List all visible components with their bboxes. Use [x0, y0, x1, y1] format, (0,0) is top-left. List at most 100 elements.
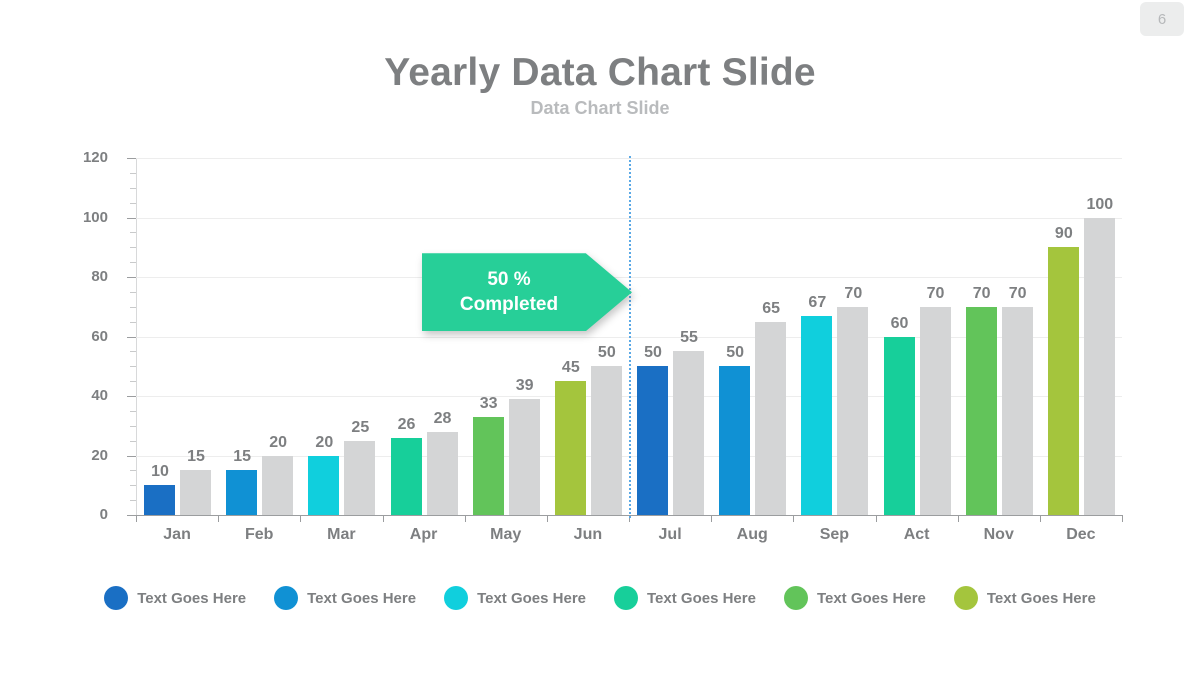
callout-text: 50 % Completed: [460, 267, 594, 317]
bar-comparison[interactable]: [837, 306, 869, 515]
legend-item-label: Text Goes Here: [816, 589, 926, 607]
y-axis-tick-label: 100: [82, 208, 108, 226]
x-axis-tick-label: Jan: [163, 526, 191, 543]
bar-value-label: 70: [844, 284, 863, 302]
bar-comparison[interactable]: [1001, 306, 1033, 515]
legend-item[interactable]: Text Goes Here: [444, 586, 586, 610]
bar-comparison[interactable]: [344, 440, 376, 515]
x-axis-tick: [875, 515, 877, 522]
bar-primary[interactable]: [308, 455, 340, 515]
x-axis-tick-label: May: [490, 526, 522, 543]
y-axis-tick-label: 60: [91, 327, 108, 345]
y-axis-tick: [127, 217, 136, 219]
bar-primary[interactable]: [637, 366, 668, 515]
x-axis-tick-label: Mar: [327, 526, 356, 543]
bar-comparison[interactable]: [590, 366, 622, 515]
x-axis-tick-label: Aug: [736, 526, 768, 543]
x-axis-tick-label: Sep: [819, 526, 850, 543]
bar-value-label: 50: [726, 344, 745, 362]
bar-comparison[interactable]: [426, 431, 458, 515]
callout-status: Completed: [459, 294, 559, 316]
legend-item-label: Text Goes Here: [477, 589, 586, 607]
bar-value-label: 70: [1008, 284, 1027, 302]
x-axis-tick-label: Apr: [409, 526, 438, 543]
bar-chart: 0 20 40 60 80 100 120 10 15 Jan 15 20 Feb 20 25 Mar 26 2…: [0, 0, 1200, 680]
x-axis-tick: [1121, 515, 1123, 522]
bar-group: 20 25 Mar: [300, 158, 382, 543]
y-axis-tick-label: 40: [91, 387, 108, 404]
bar-value-label: 65: [762, 299, 781, 317]
legend-item[interactable]: Text Goes Here: [953, 586, 1096, 610]
legend-item[interactable]: Text Goes Here: [614, 586, 756, 610]
bar-comparison[interactable]: [508, 398, 540, 515]
callout-percent: 50 %: [487, 269, 531, 291]
x-axis-tick-label: Jun: [573, 526, 603, 543]
bar-value-label: 28: [433, 409, 452, 427]
bar-comparison[interactable]: [673, 351, 704, 515]
bar-value-label: 50: [597, 344, 616, 362]
bar-primary[interactable]: [801, 315, 833, 515]
bar-group: 60 70 Act: [875, 158, 958, 543]
legend-color-dot: [274, 586, 299, 610]
bar-group: 10 15 Jan: [136, 158, 218, 543]
legend-item-label: Text Goes Here: [647, 589, 756, 607]
bar-group: 26 28 Apr: [382, 158, 465, 543]
legend-item[interactable]: Text Goes Here: [783, 586, 926, 610]
x-axis-tick: [300, 515, 302, 522]
x-axis-tick-label: Nov: [983, 526, 1014, 543]
x-axis-tick-label: Feb: [245, 526, 274, 543]
y-axis-tick-label: 20: [91, 446, 108, 464]
x-axis-tick: [218, 515, 220, 522]
y-axis-tick: [127, 336, 136, 338]
bar-value-label: 60: [890, 314, 909, 332]
x-axis-tick: [711, 515, 713, 522]
y-axis-tick-label: 0: [99, 506, 108, 523]
legend-item-label: Text Goes Here: [986, 589, 1096, 607]
bar-primary[interactable]: [965, 306, 997, 515]
bar-group: 90 100 Dec: [1039, 158, 1123, 543]
bar-value-label: 90: [1054, 225, 1073, 243]
legend-item[interactable]: Text Goes Here: [104, 586, 246, 610]
legend-color-dot: [953, 586, 978, 610]
x-axis-tick: [1039, 515, 1041, 522]
y-axis-tick: [127, 455, 136, 457]
bar-group: 67 70 Sep: [793, 158, 875, 543]
legend-item-label: Text Goes Here: [137, 589, 247, 607]
bar-primary[interactable]: [719, 366, 751, 515]
x-axis-tick-label: Dec: [1066, 526, 1096, 543]
bar-primary[interactable]: [226, 470, 258, 515]
bar-value-label: 33: [479, 394, 498, 412]
bar-value-label: 20: [269, 433, 288, 451]
slide: 6 Yearly Data Chart Slide Data Chart Sli…: [0, 0, 1200, 680]
bar-group: 45 50 Jun: [546, 158, 629, 543]
x-axis-tick: [546, 515, 548, 522]
bar-value-label: 100: [1086, 195, 1114, 213]
y-axis-tick: [127, 277, 136, 278]
bar-value-label: 39: [515, 376, 534, 394]
bar-comparison[interactable]: [919, 306, 951, 515]
bar-group: 70 70 Nov: [957, 158, 1040, 543]
progress-callout-banner: 50 % Completed: [422, 253, 632, 332]
x-axis-tick-label: Act: [903, 526, 930, 543]
bar-primary[interactable]: [472, 416, 504, 515]
bar-group: 50 65 Aug: [711, 158, 793, 543]
x-axis-tick: [382, 515, 384, 522]
y-axis-tick: [127, 396, 136, 397]
legend-item[interactable]: Text Goes Here: [274, 586, 416, 610]
bar-primary[interactable]: [144, 485, 175, 515]
bar-primary[interactable]: [554, 381, 586, 515]
bar-comparison[interactable]: [1083, 217, 1115, 515]
legend-color-dot: [444, 586, 469, 610]
x-axis-tick: [136, 515, 137, 522]
y-axis-tick: [127, 515, 136, 516]
x-axis-tick: [793, 515, 795, 522]
bar-primary[interactable]: [1047, 247, 1079, 515]
progress-divider-line: [629, 156, 631, 518]
x-axis-tick: [464, 515, 466, 522]
legend-item-label: Text Goes Here: [307, 589, 417, 607]
bar-primary[interactable]: [883, 336, 915, 515]
bar-primary[interactable]: [390, 437, 422, 515]
bar-value-label: 55: [680, 329, 698, 347]
y-axis-tick-label: 120: [82, 149, 108, 166]
bar-value-label: 70: [926, 284, 945, 302]
